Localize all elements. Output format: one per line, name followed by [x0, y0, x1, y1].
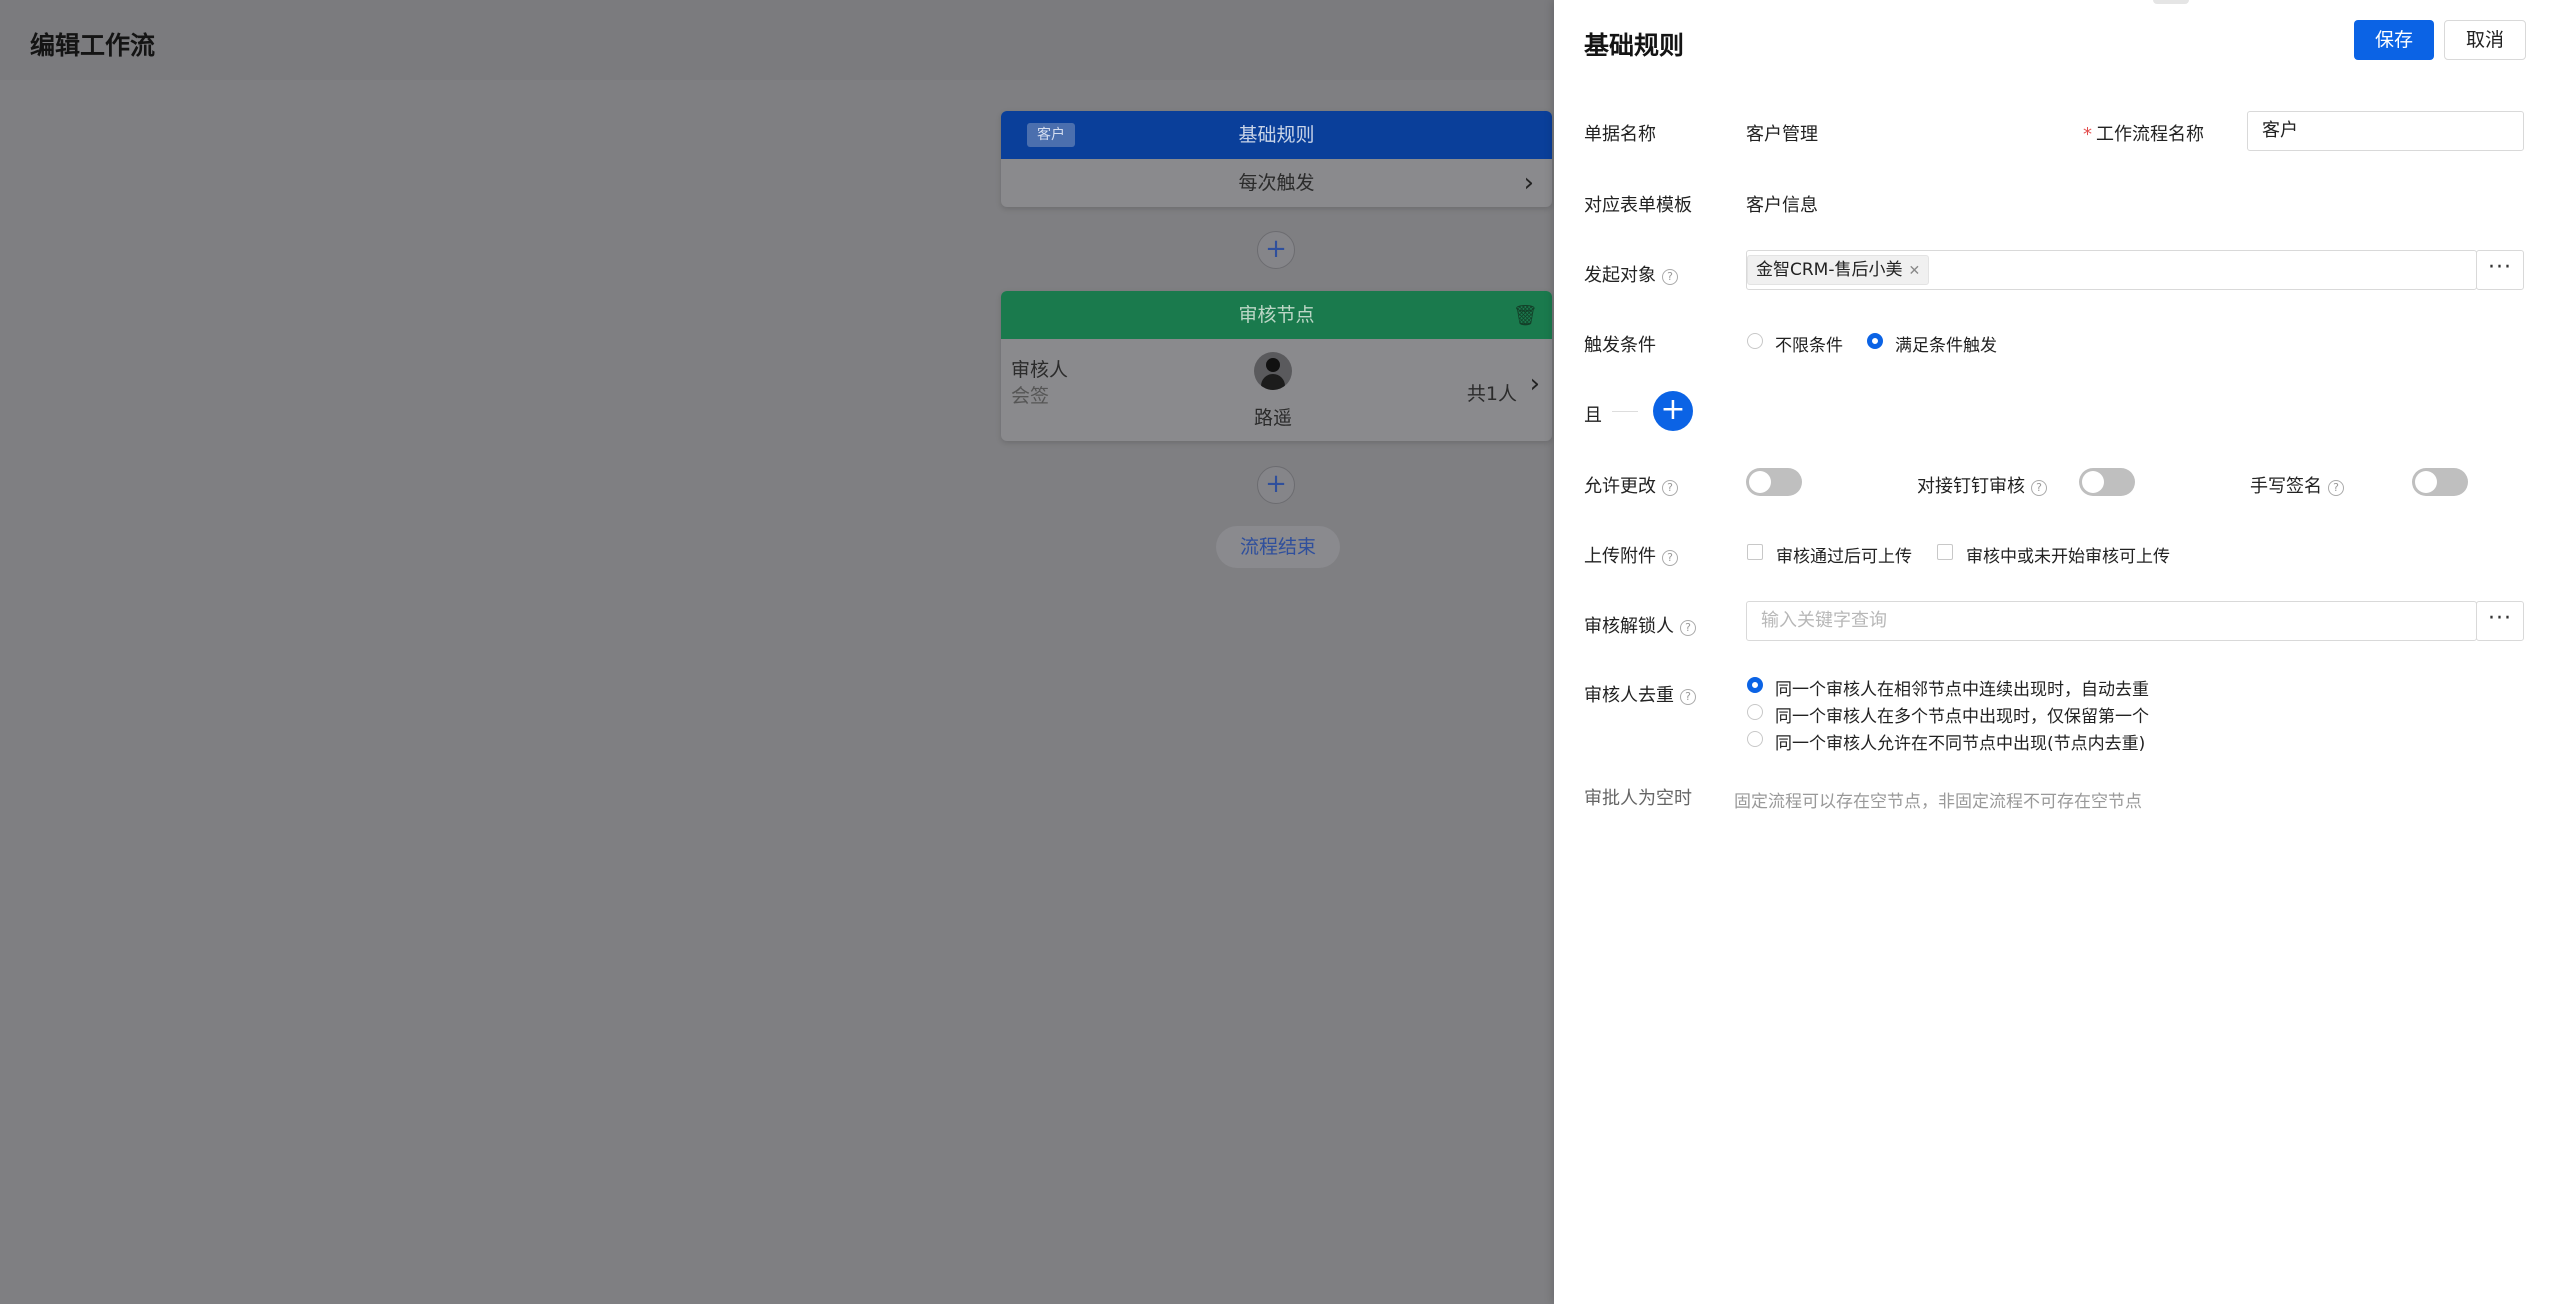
- signature-toggle[interactable]: [2412, 468, 2468, 496]
- question-circle-icon[interactable]: ?: [1662, 550, 1678, 566]
- attachment-after-approval-label: 审核通过后可上传: [1776, 547, 1912, 567]
- question-circle-icon[interactable]: ?: [1680, 620, 1696, 636]
- flow-end-node: 流程结束: [1216, 526, 1340, 568]
- page-title: 编辑工作流: [30, 31, 156, 60]
- module-tag: 客户: [1027, 123, 1075, 147]
- unlocker-label-text: 审核解锁人: [1584, 616, 1674, 637]
- allow-change-label: 允许更改?: [1584, 472, 1678, 498]
- drawer-title: 基础规则: [1584, 31, 1685, 60]
- dedup-option-within-node[interactable]: [1747, 731, 1763, 747]
- attachment-during-review-label: 审核中或未开始审核可上传: [1966, 547, 2170, 567]
- dedup-option-within-node-label: 同一个审核人允许在不同节点中出现(节点内去重): [1775, 734, 2146, 754]
- form-name-label: 单据名称: [1584, 124, 1656, 145]
- drawer-handle: [2153, 0, 2189, 4]
- review-node-header: 审核节点 🗑: [1001, 291, 1552, 339]
- dingtalk-label: 对接钉钉审核?: [1917, 472, 2047, 498]
- reviewer-name: 路遥: [1254, 407, 1293, 429]
- initiator-label-text: 发起对象: [1584, 265, 1656, 286]
- chevron-right-icon[interactable]: ›: [1530, 369, 1540, 399]
- initiator-more-button[interactable]: ···: [2476, 250, 2524, 290]
- allow-change-toggle[interactable]: [1746, 468, 1802, 496]
- dedup-option-adjacent[interactable]: [1747, 677, 1763, 693]
- dedup-label: 审核人去重?: [1584, 681, 1696, 707]
- dingtalk-label-text: 对接钉钉审核: [1917, 476, 2025, 497]
- connector-line: [1612, 411, 1638, 412]
- required-mark: *: [2083, 124, 2092, 145]
- trigger-option-conditional[interactable]: [1867, 333, 1883, 349]
- dingtalk-toggle[interactable]: [2079, 468, 2135, 496]
- question-circle-icon[interactable]: ?: [1662, 269, 1678, 285]
- question-circle-icon[interactable]: ?: [1680, 689, 1696, 705]
- attachment-label-text: 上传附件: [1584, 546, 1656, 567]
- trigger-label: 触发条件: [1584, 335, 1656, 356]
- question-circle-icon[interactable]: ?: [2328, 480, 2344, 496]
- template-label: 对应表单模板: [1584, 195, 1692, 216]
- header-bar: [0, 0, 1554, 80]
- start-node-header: 客户 基础规则: [1001, 111, 1552, 159]
- question-circle-icon[interactable]: ?: [2031, 480, 2047, 496]
- dedup-option-adjacent-label: 同一个审核人在相邻节点中连续出现时，自动去重: [1775, 680, 2149, 700]
- initiator-chip-label: 金智CRM-售后小美: [1756, 260, 1903, 280]
- rule-drawer: 基础规则 保存 取消: [1554, 0, 2553, 1304]
- workflow-name-label-text: 工作流程名称: [2096, 124, 2204, 145]
- dedup-label-text: 审核人去重: [1584, 685, 1674, 706]
- review-node-title: 审核节点: [1238, 304, 1315, 326]
- empty-approver-label: 审批人为空时: [1584, 788, 1692, 809]
- trash-icon[interactable]: 🗑: [1513, 291, 1538, 339]
- trigger-option-unlimited[interactable]: [1747, 333, 1763, 349]
- and-label: 且: [1584, 405, 1602, 426]
- unlocker-more-button[interactable]: ···: [2476, 601, 2524, 641]
- add-condition-button[interactable]: +: [1653, 391, 1693, 431]
- initiator-chip: 金智CRM-售后小美 ✕: [1747, 255, 1930, 285]
- trigger-option-unlimited-label: 不限条件: [1775, 336, 1843, 356]
- allow-change-label-text: 允许更改: [1584, 476, 1656, 497]
- avatar: [1254, 352, 1292, 390]
- close-icon[interactable]: ✕: [1908, 263, 1920, 279]
- signature-label: 手写签名?: [2250, 472, 2344, 498]
- trigger-option-conditional-label: 满足条件触发: [1895, 336, 1997, 356]
- cancel-button[interactable]: 取消: [2444, 20, 2526, 60]
- review-mode-label: 会签: [1011, 385, 1050, 407]
- attachment-after-approval-checkbox[interactable]: [1747, 544, 1763, 560]
- unlocker-search-input[interactable]: 输入关键字查询: [1746, 601, 2477, 641]
- chevron-right-icon[interactable]: ›: [1524, 159, 1534, 207]
- dedup-option-first[interactable]: [1747, 704, 1763, 720]
- workflow-name-field[interactable]: 客户: [2247, 111, 2524, 151]
- start-node-title: 基础规则: [1238, 124, 1315, 146]
- workflow-name-label: * 工作流程名称: [2083, 120, 2204, 146]
- attachment-during-review-checkbox[interactable]: [1937, 544, 1953, 560]
- unlocker-label: 审核解锁人?: [1584, 612, 1696, 638]
- empty-approver-note: 固定流程可以存在空节点，非固定流程不可存在空节点: [1734, 792, 2142, 812]
- trigger-summary: 每次触发: [1238, 172, 1315, 194]
- start-node-card[interactable]: 客户 基础规则 每次触发 ›: [1001, 111, 1552, 207]
- question-circle-icon[interactable]: ?: [1662, 480, 1678, 496]
- template-value: 客户信息: [1746, 195, 1818, 216]
- initiator-label: 发起对象?: [1584, 261, 1678, 287]
- add-node-button[interactable]: +: [1257, 231, 1295, 269]
- start-node-body[interactable]: 每次触发 ›: [1001, 159, 1552, 207]
- save-button[interactable]: 保存: [2354, 20, 2434, 60]
- add-node-button[interactable]: +: [1257, 466, 1295, 504]
- reviewer-count: 共1人: [1466, 383, 1517, 405]
- signature-label-text: 手写签名: [2250, 476, 2322, 497]
- reviewer-role-label: 审核人: [1011, 359, 1069, 381]
- dedup-option-first-label: 同一个审核人在多个节点中出现时，仅保留第一个: [1775, 707, 2149, 727]
- form-name-value: 客户管理: [1746, 124, 1818, 145]
- attachment-label: 上传附件?: [1584, 542, 1678, 568]
